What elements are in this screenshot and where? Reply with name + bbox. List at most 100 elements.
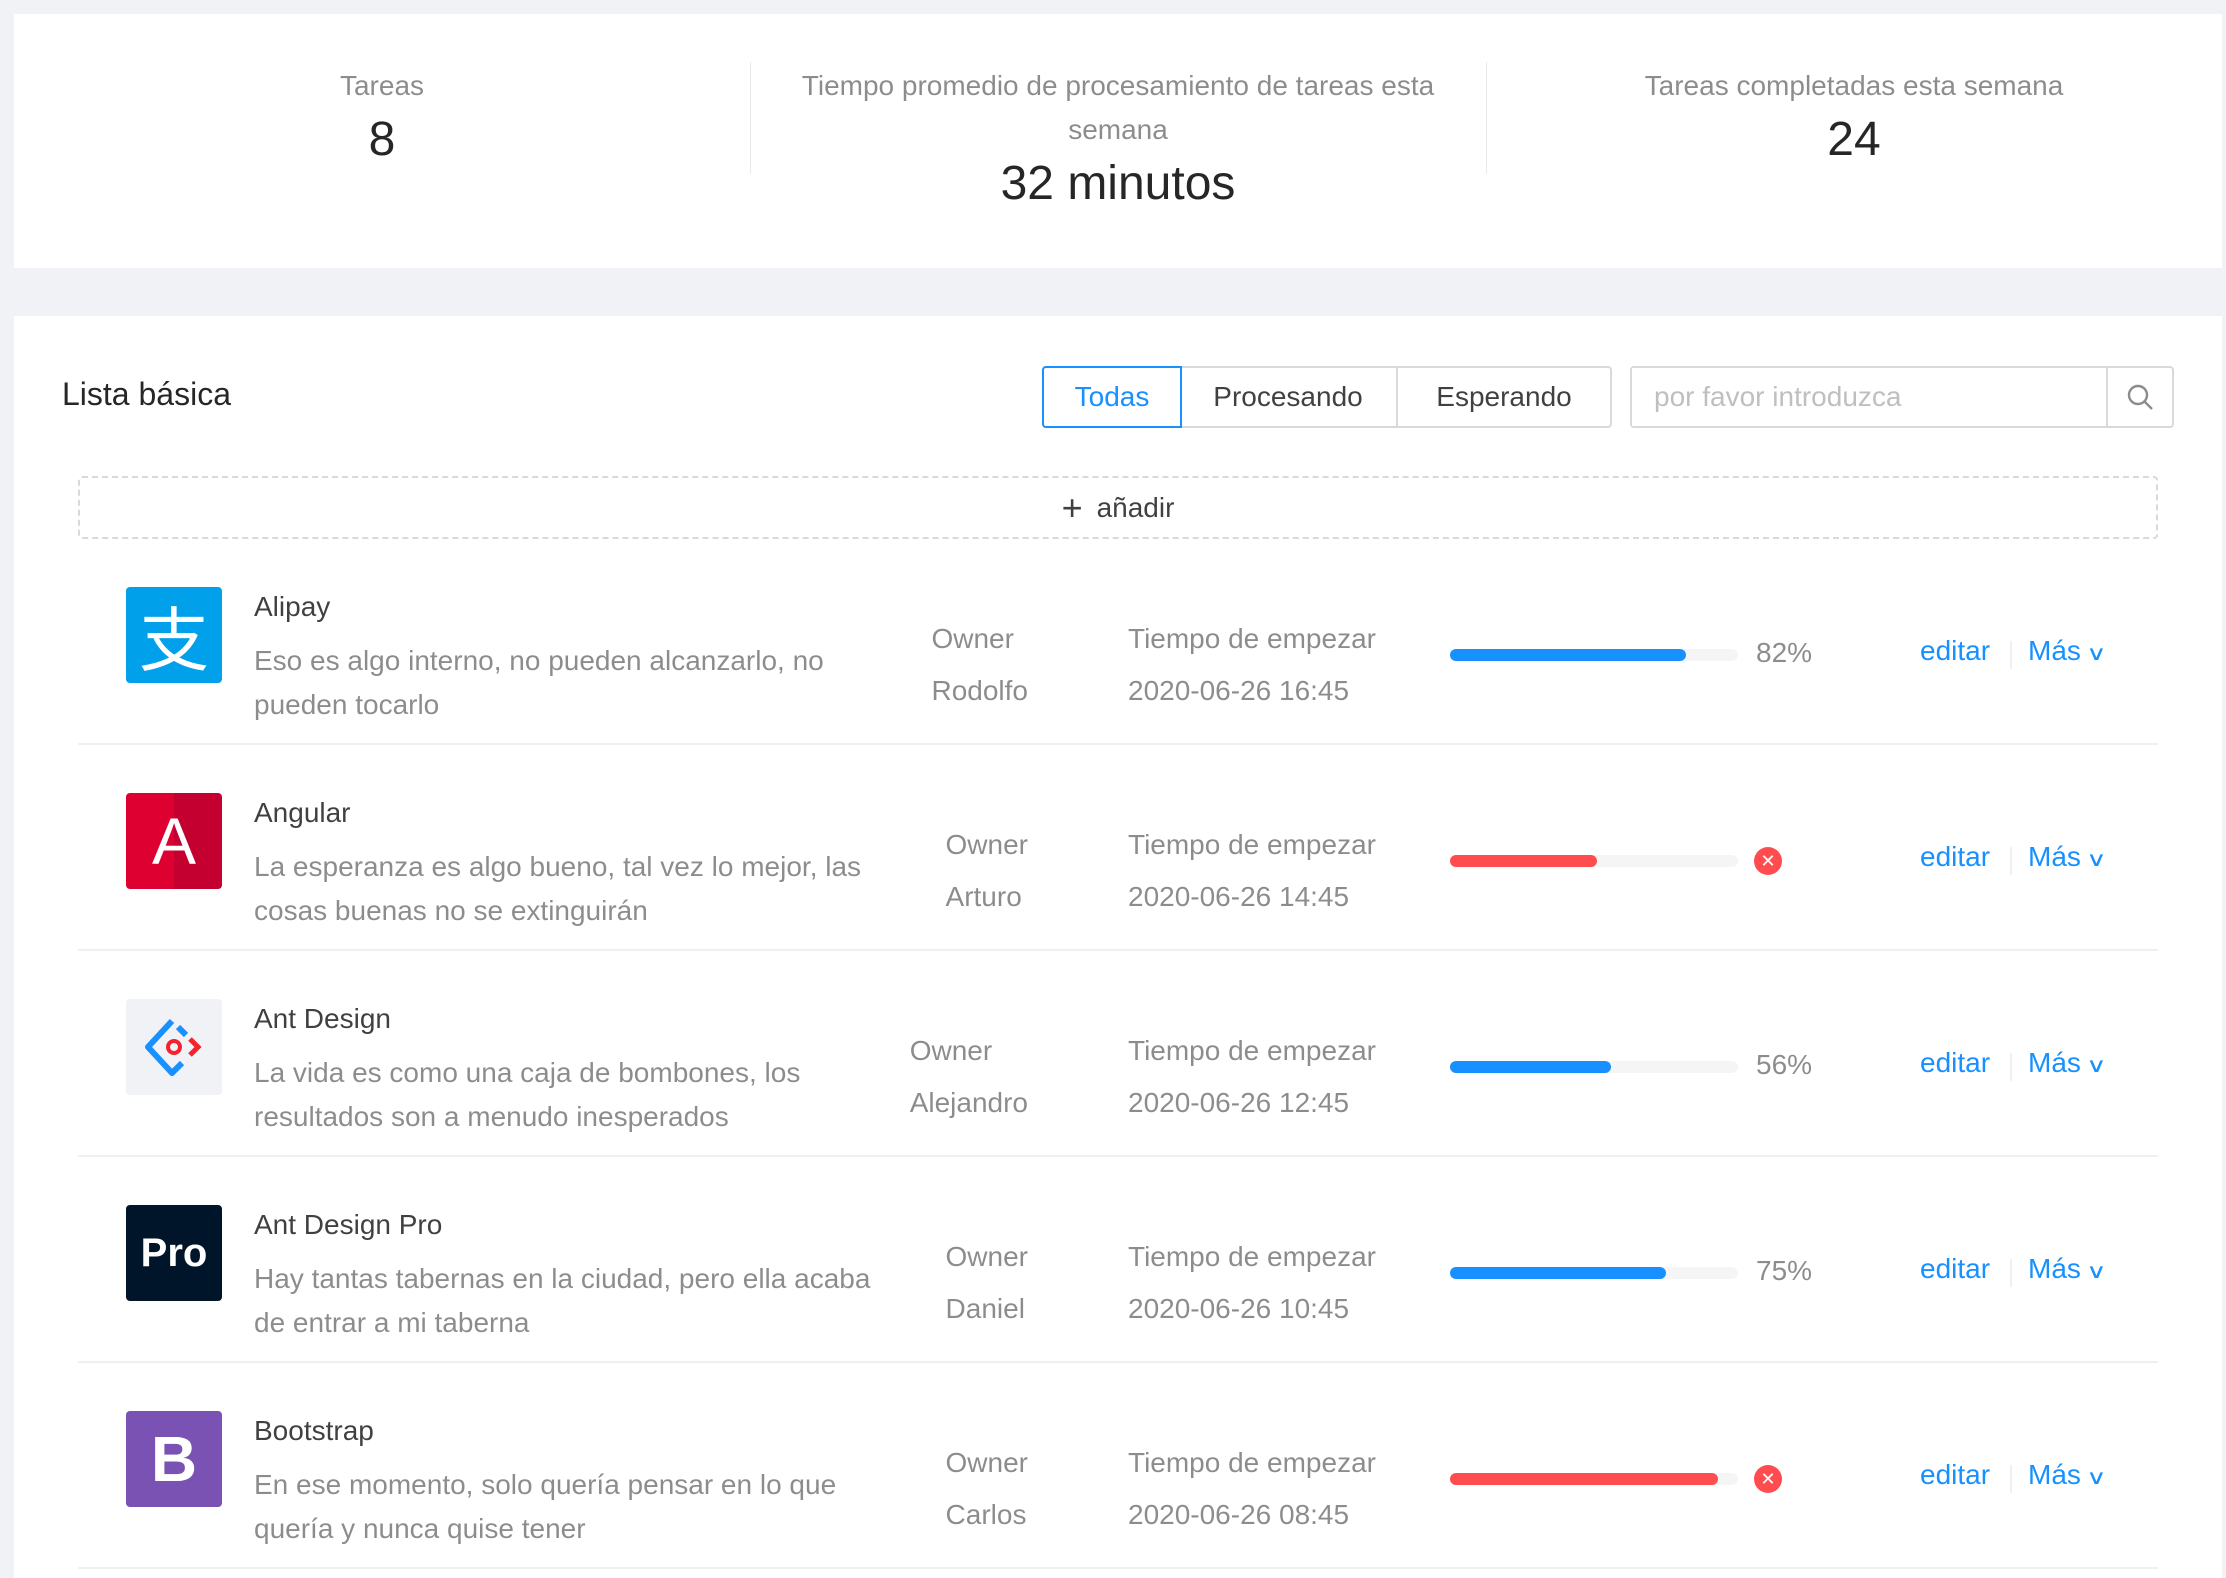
- item-title[interactable]: Alipay: [254, 591, 330, 623]
- item-description: En ese momento, solo quería pensar en lo…: [254, 1469, 837, 1544]
- owner-name: Daniel: [945, 1293, 1025, 1324]
- owner: Owner Daniel: [946, 1231, 1028, 1335]
- ant-design-logo: [126, 999, 222, 1095]
- more-label: Más: [2028, 1459, 2081, 1490]
- progress-fill: [1450, 855, 1597, 867]
- owner: Owner Carlos: [946, 1437, 1028, 1541]
- more-dropdown[interactable]: Más ∨: [2028, 1047, 2107, 1079]
- owner-label: Owner: [945, 1447, 1028, 1478]
- angular-logo: A: [126, 793, 222, 889]
- owner-name: Alejandro: [909, 1087, 1028, 1118]
- time-value: 2020-06-26 12:45: [1128, 1087, 1350, 1118]
- chevron-down-icon: ∨: [2085, 849, 2107, 871]
- stat-value: 32 minutos: [1000, 157, 1236, 210]
- filter-waiting[interactable]: Esperando: [1396, 366, 1612, 428]
- item-title[interactable]: Ant Design Pro: [254, 1209, 442, 1241]
- divider: [2010, 1053, 2012, 1081]
- more-label: Más: [2028, 635, 2081, 666]
- item-title[interactable]: Angular: [254, 797, 351, 829]
- filter-all[interactable]: Todas: [1042, 366, 1182, 428]
- chevron-down-icon: ∨: [2085, 1261, 2107, 1283]
- progress-bar: [1450, 1061, 1738, 1073]
- chevron-down-icon: ∨: [2085, 1055, 2107, 1077]
- progress-percent: 82%: [1756, 637, 1813, 668]
- edit-link[interactable]: editar: [1920, 1047, 1990, 1079]
- add-label: añadir: [1096, 491, 1175, 523]
- owner-name: Carlos: [945, 1499, 1027, 1530]
- more-label: Más: [2028, 1253, 2081, 1284]
- search-box: [1630, 366, 2174, 428]
- time-label: Tiempo de empezar: [1128, 1035, 1376, 1066]
- progress-bar: [1450, 649, 1738, 661]
- error-icon: ✕: [1754, 1465, 1782, 1493]
- item-description: La esperanza es algo bueno, tal vez lo m…: [254, 851, 862, 926]
- search-button[interactable]: [2106, 368, 2172, 426]
- start-time: Tiempo de empezar 2020-06-26 14:45: [1128, 819, 1376, 923]
- stat-value: 8: [368, 113, 396, 166]
- edit-link[interactable]: editar: [1920, 1459, 1990, 1491]
- item-description: Hay tantas tabernas en la ciudad, pero e…: [254, 1263, 871, 1338]
- stat-label: Tareas: [339, 70, 425, 101]
- stats-card: Tareas 8 Tiempo promedio de procesamient…: [14, 14, 2222, 268]
- edit-link[interactable]: editar: [1920, 635, 1990, 667]
- list-title: Lista básica: [62, 376, 231, 412]
- time-value: 2020-06-26 14:45: [1128, 881, 1350, 912]
- progress-fill: [1450, 1061, 1612, 1073]
- start-time: Tiempo de empezar 2020-06-26 08:45: [1128, 1437, 1376, 1541]
- stat-label: Tareas completadas esta semana: [1644, 70, 2064, 101]
- start-time: Tiempo de empezar 2020-06-26 12:45: [1128, 1025, 1376, 1129]
- owner-label: Owner: [945, 829, 1028, 860]
- list-item: Pro Ant Design Pro Hay tantas tabernas en …: [78, 1157, 2158, 1363]
- list-item: A Angular La esperanza es algo bueno, tal …: [78, 745, 2158, 951]
- more-dropdown[interactable]: Más ∨: [2028, 1459, 2106, 1491]
- progress-bar: [1450, 855, 1738, 867]
- more-dropdown[interactable]: Más ∨: [2028, 1253, 2107, 1285]
- progress-bar: [1450, 1473, 1738, 1485]
- chevron-down-icon: ∨: [2085, 643, 2107, 665]
- edit-link[interactable]: editar: [1920, 1253, 1990, 1285]
- owner: Owner Arturo: [946, 819, 1028, 923]
- start-time: Tiempo de empezar 2020-06-26 16:45: [1128, 613, 1376, 717]
- plus-icon: +: [1061, 486, 1083, 528]
- more-dropdown[interactable]: Más ∨: [2028, 635, 2107, 667]
- search-icon: [2127, 384, 2153, 410]
- owner-name: Arturo: [945, 881, 1022, 912]
- alipay-logo: 支: [126, 587, 222, 683]
- item-title[interactable]: Bootstrap: [254, 1415, 374, 1447]
- item-description: La vida es como una caja de bombones, lo…: [254, 1057, 801, 1132]
- time-value: 2020-06-26 10:45: [1128, 1293, 1350, 1324]
- time-value: 2020-06-26 16:45: [1128, 675, 1350, 706]
- time-label: Tiempo de empezar: [1128, 1447, 1376, 1478]
- item-title[interactable]: Ant Design: [254, 1003, 391, 1035]
- divider: [2010, 847, 2012, 875]
- owner-name: Rodolfo: [931, 675, 1028, 706]
- error-icon: ✕: [1754, 847, 1782, 875]
- more-dropdown[interactable]: Más ∨: [2028, 841, 2107, 873]
- time-label: Tiempo de empezar: [1128, 623, 1376, 654]
- progress-fill: [1450, 649, 1687, 661]
- progress-percent: 75%: [1756, 1255, 1813, 1286]
- time-value: 2020-06-26 08:45: [1128, 1499, 1350, 1530]
- stat-completed: Tareas completadas esta semana 24: [1486, 14, 2222, 268]
- edit-link[interactable]: editar: [1920, 841, 1990, 873]
- ant-design-pro-logo: Pro: [126, 1205, 222, 1301]
- owner-label: Owner: [909, 1035, 993, 1066]
- more-label: Más: [2028, 1047, 2081, 1078]
- start-time: Tiempo de empezar 2020-06-26 10:45: [1128, 1231, 1376, 1335]
- list-item: 支 Alipay Eso es algo interno, no pueden al…: [78, 539, 2158, 745]
- owner-label: Owner: [945, 1241, 1028, 1272]
- list-item: Ant Design La vida es como una caja de bo…: [78, 951, 2158, 1157]
- progress-bar: [1450, 1267, 1738, 1279]
- time-label: Tiempo de empezar: [1128, 1241, 1376, 1272]
- divider: [2010, 1259, 2012, 1287]
- stat-label: Tiempo promedio de procesamiento de tare…: [801, 70, 1435, 145]
- filter-processing[interactable]: Procesando: [1180, 366, 1398, 428]
- time-label: Tiempo de empezar: [1128, 829, 1376, 860]
- more-label: Más: [2028, 841, 2081, 872]
- divider: [2010, 1465, 2012, 1493]
- search-input[interactable]: [1632, 368, 2106, 426]
- item-description: Eso es algo interno, no pueden alcanzarl…: [254, 645, 824, 720]
- divider: [2010, 641, 2012, 669]
- add-button[interactable]: + añadir: [78, 476, 2158, 539]
- bootstrap-logo: B: [126, 1411, 222, 1507]
